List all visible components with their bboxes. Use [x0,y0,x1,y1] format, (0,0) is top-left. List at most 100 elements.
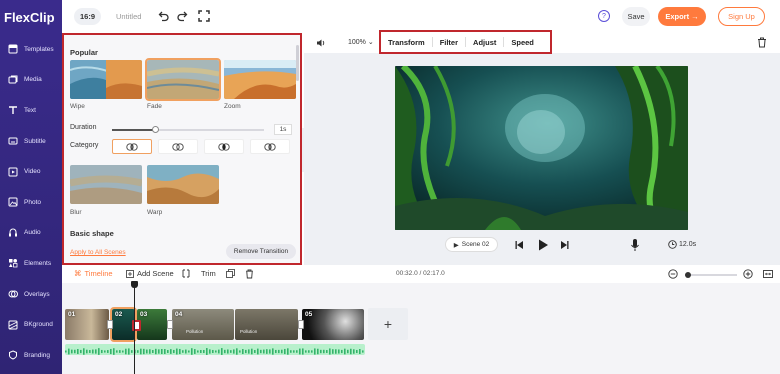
waveform-bar [185,349,187,354]
category-slide-button[interactable] [250,139,290,154]
export-button[interactable]: Export → [658,7,706,26]
transition-marker[interactable] [298,320,304,329]
zoom-select[interactable]: 100% ⌄ [348,38,374,46]
scene-clip-01[interactable]: 01 [65,309,109,340]
sidebar-item-photo[interactable]: Photo [0,187,62,218]
scene-clip-03[interactable]: 03 [137,309,167,340]
blur-preview [70,165,142,204]
duration-slider-fill [112,129,155,131]
sidebar-item-subtitle[interactable]: Subtitle [0,126,62,157]
play-small-icon: ▶ [453,241,459,249]
zoom-in-icon[interactable] [743,269,753,279]
waveform-bar [302,348,304,355]
waveform-bar [329,348,331,355]
sidebar-item-video[interactable]: Video [0,156,62,187]
waveform-bar [353,349,355,354]
waveform-bar [236,348,238,355]
delete-scene-icon[interactable] [245,269,254,279]
waveform-bar [290,350,292,353]
scene-duration-text: 12.0s [679,241,697,248]
playhead[interactable] [134,283,135,374]
waveform-bar [227,349,229,354]
scene-clip-pollution[interactable]: Pollution [235,309,298,340]
next-icon[interactable] [560,237,570,253]
waveform-bar [272,348,274,355]
sidebar-item-bkground[interactable]: BKground [0,309,62,340]
audio-track[interactable] [65,344,365,355]
play-icon[interactable] [537,237,549,253]
video-preview[interactable] [395,66,688,230]
waveform-bar [119,350,121,353]
save-button[interactable]: Save [622,7,650,26]
aspect-ratio-button[interactable]: 16:9 [74,8,101,25]
panel-scrollbar[interactable] [296,45,299,81]
sign-up-button[interactable]: Sign Up [718,7,765,26]
sidebar-item-text[interactable]: Text [0,95,62,126]
sidebar-item-templates[interactable]: Templates [0,34,62,65]
split-icon[interactable] [182,269,190,278]
waveform-bar [83,348,85,355]
delete-icon[interactable] [757,37,767,48]
waveform-bar [260,349,262,354]
category-blur-button[interactable] [112,139,152,154]
waveform-bar [293,350,295,353]
scene-clip-04[interactable]: 04 Pollution [172,309,234,340]
waveform-bar [326,350,328,353]
sidebar-item-elements[interactable]: Elements [0,248,62,279]
playhead-handle[interactable] [131,281,138,288]
category-dissolve-button[interactable] [158,139,198,154]
zoom-out-icon[interactable] [668,269,678,279]
trim-button[interactable]: Trim [201,269,216,278]
timeline-button[interactable]: ⌘ Timeline [74,269,113,278]
category-shape-button[interactable] [204,139,244,154]
sidebar-item-media[interactable]: Media [0,65,62,96]
waveform-bar [110,348,112,355]
duplicate-icon[interactable] [226,269,235,278]
fullscreen-icon[interactable] [198,10,210,22]
timeline-zoom-knob[interactable] [685,272,691,278]
waveform-bar [191,348,193,355]
scene-selector[interactable]: ▶ Scene 02 [445,237,498,252]
transition-thumb-zoom[interactable] [224,60,296,99]
transition-marker[interactable] [167,320,173,329]
redo-icon[interactable] [176,10,188,22]
sidebar-item-branding[interactable]: Branding [0,340,62,371]
thumb-label: Wipe [70,103,85,110]
duration-slider[interactable] [112,126,264,133]
waveform-bar [218,349,220,354]
apply-to-all-scenes-link[interactable]: Apply to All Scenes [70,249,126,256]
duration-slider-knob[interactable] [151,126,159,133]
duration-value[interactable]: 1s [274,124,292,135]
waveform-bar [266,349,268,354]
scene-clip-05[interactable]: 05 [302,309,364,340]
fit-timeline-icon[interactable] [763,269,773,279]
tab-adjust[interactable]: Adjust [466,38,503,47]
transition-thumb-fade[interactable] [145,58,221,101]
microphone-icon[interactable] [630,237,640,253]
transition-thumb-warp[interactable] [147,165,219,204]
sidebar-item-overlays[interactable]: Overlays [0,279,62,310]
project-title[interactable]: Untitled [116,12,141,21]
remove-transition-button[interactable]: Remove Transition [226,244,296,259]
transition-marker[interactable] [107,320,113,329]
tab-filter[interactable]: Filter [433,38,465,47]
timeline-ruler[interactable] [62,283,780,293]
waveform-bar [197,350,199,353]
sidebar-item-label: Templates [24,45,54,53]
add-clip-button[interactable]: + [368,308,408,340]
subtitle-icon [8,136,18,146]
previous-icon[interactable] [514,237,524,253]
help-icon[interactable]: ? [598,10,610,22]
sidebar-item-audio[interactable]: Audio [0,218,62,249]
waveform-bar [359,349,361,354]
flexclip-logo[interactable]: FlexClip [4,9,62,25]
transition-thumb-wipe[interactable] [70,60,142,99]
tab-speed[interactable]: Speed [504,38,541,47]
add-scene-button[interactable]: Add Scene [126,269,174,278]
tab-transform[interactable]: Transform [381,38,432,47]
volume-icon[interactable] [316,38,326,48]
waveform-bar [221,348,223,355]
timeline-zoom-slider[interactable] [685,272,737,278]
undo-icon[interactable] [158,10,170,22]
transition-thumb-blur[interactable] [70,165,142,204]
